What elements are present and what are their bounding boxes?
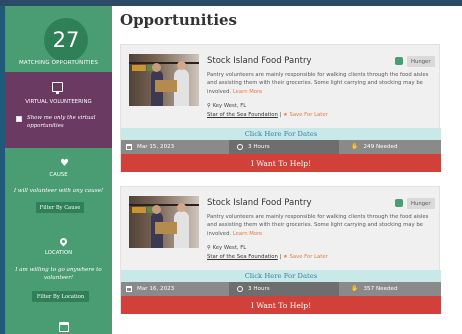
calendar-icon [126,144,132,150]
hours-text: 3 Hours [248,286,270,292]
page-title: Opportunities [120,11,238,29]
opportunity-card: Stock Island Food Pantry Hunger Pantry v… [120,44,441,172]
date-cell: Mar 16, 2023 [121,282,229,296]
map-pin-icon: ⚲ [207,103,211,109]
date-cell: Mar 15, 2023 [121,140,229,154]
organization-row: Star of the Sea Foundation | ★ Save For … [207,254,328,260]
location-text: Key West, FL [212,245,247,251]
date-text: Mar 16, 2023 [137,286,175,292]
calendar-icon [126,286,132,292]
filter-by-location-button[interactable]: Filter By Location [32,291,89,302]
learn-more-link[interactable]: Learn More [233,89,263,95]
monitor-icon [52,82,63,94]
map-pin-icon: ⚲ [207,245,211,251]
location-title: LOCATION [44,250,73,256]
opportunity-description: Pantry volunteers are mainly responsible… [207,71,433,96]
opportunity-info-bar: Mar 15, 2023 3 Hours ✋ 249 Needed [121,140,441,154]
cause-tag: Hunger [407,56,435,67]
virtual-volunteering-title: VIRTUAL VOLUNTEERING [25,99,92,105]
location-text: Key West, FL [212,103,247,109]
hours-cell: 3 Hours [229,140,339,154]
opportunity-card: Stock Island Food Pantry Hunger Pantry v… [120,186,441,314]
star-icon: ★ [283,254,288,260]
matching-count-badge: 27 [44,18,88,62]
opportunity-title[interactable]: Stock Island Food Pantry [207,56,312,66]
cause-title: CAUSE [49,172,68,178]
save-for-later-label: Save For Later [289,254,328,260]
cause-summary: I will volunteer with any cause! [13,188,104,194]
save-for-later-link[interactable]: ★ Save For Later [283,112,328,118]
calendar-icon [59,322,69,332]
opportunity-location: ⚲ Key West, FL [207,103,246,109]
map-pin-icon [58,236,69,247]
needed-cell: ✋ 357 Needed [339,282,441,296]
click-for-dates-button[interactable]: Click Here For Dates [121,128,441,140]
organization-link[interactable]: Star of the Sea Foundation [207,254,278,260]
needed-cell: ✋ 249 Needed [339,140,441,154]
click-for-dates-button[interactable]: Click Here For Dates [121,270,441,282]
i-want-to-help-button[interactable]: I Want To Help! [121,154,441,172]
matching-count-label: MATCHING OPPORTUNITIES [18,60,99,66]
clock-icon [237,144,243,150]
cause-tag: Hunger [407,198,435,209]
needed-text: 357 Needed [363,286,398,292]
filter-sidebar: 27 MATCHING OPPORTUNITIES VIRTUAL VOLUNT… [0,6,112,334]
organization-row: Star of the Sea Foundation | ★ Save For … [207,112,328,118]
virtual-volunteering-section: VIRTUAL VOLUNTEERING Show me only the vi… [5,72,112,148]
star-icon: ★ [283,112,288,118]
organization-link[interactable]: Star of the Sea Foundation [207,112,278,118]
learn-more-link[interactable]: Learn More [233,231,263,237]
save-for-later-label: Save For Later [289,112,328,118]
hunger-icon [395,199,403,207]
opportunity-info-bar: Mar 16, 2023 3 Hours ✋ 357 Needed [121,282,441,296]
opportunity-location: ⚲ Key West, FL [207,245,246,251]
date-text: Mar 15, 2023 [137,144,175,150]
virtual-only-label[interactable]: Show me only the virtual opportunities [27,114,107,130]
virtual-only-checkbox[interactable] [16,116,22,122]
heart-icon: ♥ [60,158,69,169]
hours-text: 3 Hours [248,144,270,150]
filter-by-cause-button[interactable]: Filter By Cause [36,202,84,213]
hand-icon: ✋ [351,285,359,292]
i-want-to-help-button[interactable]: I Want To Help! [121,296,441,314]
separator: | [279,254,282,260]
hunger-icon [395,57,403,65]
separator: | [279,112,282,118]
location-summary: I am willing to go anywhere to volunteer… [15,267,102,281]
clock-icon [237,286,243,292]
opportunity-photo[interactable] [129,196,199,248]
needed-text: 249 Needed [363,144,398,150]
opportunity-title[interactable]: Stock Island Food Pantry [207,198,312,208]
hours-cell: 3 Hours [229,282,339,296]
opportunity-photo[interactable] [129,54,199,106]
hand-icon: ✋ [351,143,359,150]
save-for-later-link[interactable]: ★ Save For Later [283,254,328,260]
opportunity-description: Pantry volunteers are mainly responsible… [207,213,433,238]
